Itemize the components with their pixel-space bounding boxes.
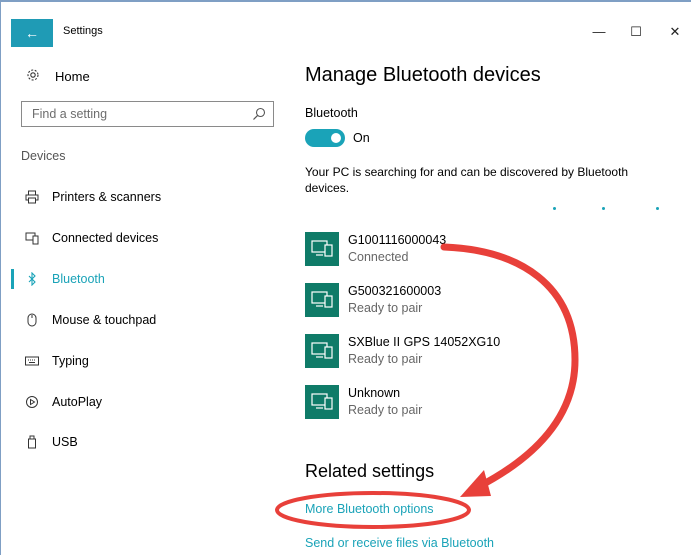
discovery-status-text: Your PC is searching for and can be disc… — [305, 165, 629, 195]
device-item[interactable]: Unknown Ready to pair — [305, 385, 685, 423]
device-icon — [305, 385, 339, 419]
sidebar-item-label: AutoPlay — [52, 395, 103, 409]
sidebar-item-autoplay[interactable]: AutoPlay — [1, 389, 291, 415]
page-title: Manage Bluetooth devices — [305, 64, 541, 86]
progress-dot — [553, 207, 556, 210]
section-label-devices: Devices — [21, 149, 66, 163]
toggle-knob — [331, 133, 341, 143]
device-item[interactable]: G1001116000043 Connected — [305, 232, 685, 270]
sidebar-item-label: Typing — [52, 354, 89, 368]
usb-icon — [23, 434, 41, 450]
sidebar-item-label: Home — [55, 68, 90, 84]
close-button[interactable]: ✕ — [660, 20, 690, 44]
sidebar-item-label: USB — [52, 435, 78, 449]
main-content: Manage Bluetooth devices Bluetooth On Yo… — [291, 42, 691, 555]
minimize-button[interactable]: — — [584, 20, 614, 44]
more-bluetooth-options-link[interactable]: More Bluetooth options — [305, 502, 434, 516]
autoplay-icon — [23, 394, 41, 410]
device-status: Connected — [348, 250, 409, 264]
toggle-state-label: On — [353, 131, 370, 145]
sidebar-item-typing[interactable]: Typing — [1, 348, 291, 374]
keyboard-icon — [23, 353, 41, 369]
maximize-button[interactable]: ☐ — [621, 20, 651, 44]
related-settings-title: Related settings — [305, 461, 435, 481]
device-status: Ready to pair — [348, 301, 423, 315]
close-icon: ✕ — [669, 24, 681, 39]
send-receive-files-link[interactable]: Send or receive files via Bluetooth — [305, 536, 494, 550]
bluetooth-label: Bluetooth — [305, 106, 358, 120]
connected-devices-icon — [23, 230, 41, 246]
sidebar-item-label: Bluetooth — [52, 272, 105, 286]
sidebar-item-home[interactable]: Home — [25, 66, 90, 86]
sidebar-item-label: Connected devices — [52, 231, 159, 245]
mouse-icon — [23, 312, 41, 328]
device-icon — [305, 232, 339, 266]
progress-dot — [656, 207, 659, 210]
search-icon — [251, 106, 267, 122]
sidebar-item-label: Mouse & touchpad — [52, 313, 157, 327]
device-name: SXBlue II GPS 14052XG10 — [348, 335, 501, 349]
search-input[interactable]: Find a setting — [21, 101, 274, 127]
maximize-icon: ☐ — [630, 24, 642, 39]
device-icon — [305, 334, 339, 368]
device-status: Ready to pair — [348, 403, 423, 417]
device-name: G500321600003 — [348, 284, 442, 298]
progress-dot — [602, 207, 605, 210]
sidebar-item-usb[interactable]: USB — [1, 429, 291, 455]
sidebar: Home Find a setting Devices Printers & s… — [1, 42, 291, 555]
back-arrow-icon: ← — [25, 25, 39, 41]
gear-icon — [25, 68, 41, 85]
minimize-icon: — — [592, 24, 606, 39]
device-icon — [305, 283, 339, 317]
bluetooth-toggle[interactable] — [305, 129, 345, 147]
window-title: Settings — [63, 25, 103, 37]
device-name: Unknown — [348, 386, 401, 400]
device-item[interactable]: SXBlue II GPS 14052XG10 Ready to pair — [305, 334, 685, 372]
printer-icon — [23, 189, 41, 205]
sidebar-item-label: Printers & scanners — [52, 190, 162, 204]
bluetooth-icon — [23, 271, 41, 287]
title-bar: ← Settings — ☐ ✕ — [1, 2, 691, 47]
sidebar-item-printers[interactable]: Printers & scanners — [1, 184, 291, 210]
sidebar-item-bluetooth[interactable]: Bluetooth — [1, 266, 291, 292]
device-item[interactable]: G500321600003 Ready to pair — [305, 283, 685, 321]
search-placeholder: Find a setting — [32, 107, 108, 121]
device-name: G1001116000043 — [348, 233, 447, 247]
device-status: Ready to pair — [348, 352, 423, 366]
sidebar-item-connected-devices[interactable]: Connected devices — [1, 225, 291, 251]
sidebar-item-mouse[interactable]: Mouse & touchpad — [1, 307, 291, 333]
